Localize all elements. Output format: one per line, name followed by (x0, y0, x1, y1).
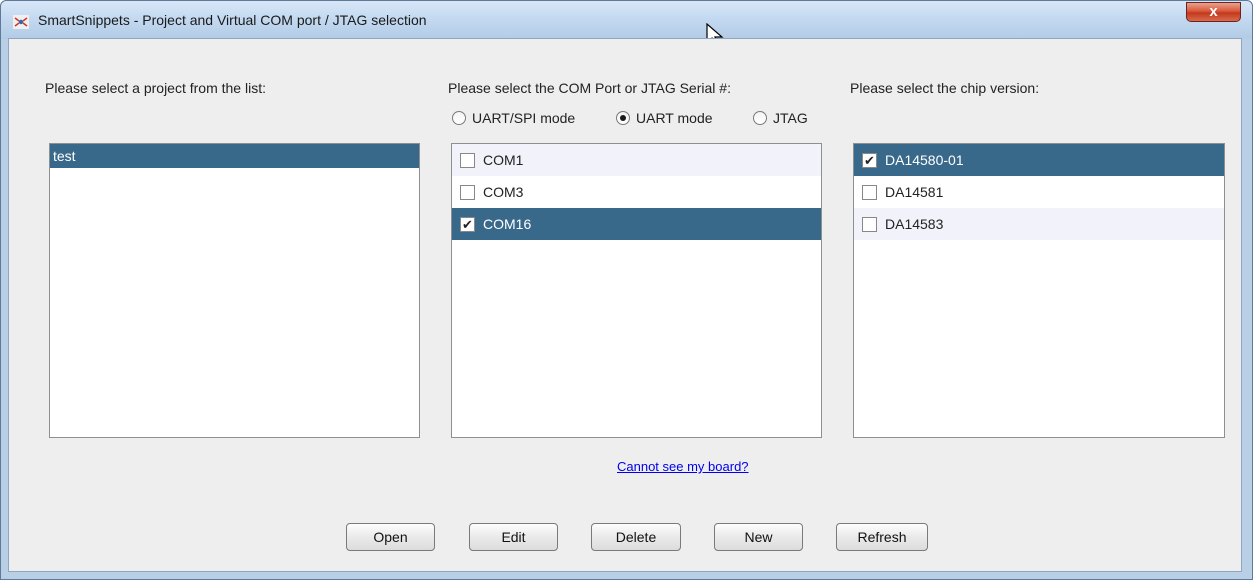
ports-heading: Please select the COM Port or JTAG Seria… (448, 80, 731, 96)
mode-radio-jtag[interactable]: JTAG (753, 109, 808, 127)
mode-label: JTAG (773, 110, 808, 126)
chip-label: DA14581 (885, 184, 944, 200)
refresh-button[interactable]: Refresh (836, 523, 928, 551)
port-label: COM16 (483, 216, 532, 232)
mode-radio-uart[interactable]: UART mode (616, 109, 713, 127)
list-item[interactable]: DA14583 (854, 208, 1224, 240)
list-item[interactable]: DA14581 (854, 176, 1224, 208)
list-item[interactable]: COM3 (452, 176, 821, 208)
close-button[interactable]: x (1186, 2, 1241, 22)
port-label: COM3 (483, 184, 524, 200)
checkbox-checked[interactable]: ✔ (862, 152, 877, 168)
delete-button[interactable]: Delete (591, 523, 681, 551)
mode-label: UART/SPI mode (472, 110, 576, 126)
edit-button[interactable]: Edit (469, 523, 558, 551)
window-title: SmartSnippets - Project and Virtual COM … (38, 12, 427, 28)
radio-icon (753, 111, 767, 125)
list-item[interactable]: test (50, 144, 419, 168)
close-icon: x (1209, 3, 1218, 20)
checkbox[interactable] (862, 184, 877, 200)
checkbox[interactable] (460, 184, 475, 200)
list-item[interactable]: COM1 (452, 144, 821, 176)
list-item[interactable]: ✔ COM16 (452, 208, 821, 240)
checkbox[interactable] (862, 216, 877, 232)
list-item[interactable]: ✔ DA14580-01 (854, 144, 1224, 176)
chip-label: DA14583 (885, 216, 944, 232)
checkbox[interactable] (460, 152, 475, 168)
mode-radio-uart-spi[interactable]: UART/SPI mode (452, 109, 575, 127)
port-list[interactable]: COM1 COM3 ✔ COM16 (451, 143, 822, 438)
chip-label: DA14580-01 (885, 152, 964, 168)
cannot-see-board-link[interactable]: Cannot see my board? (617, 459, 749, 474)
radio-icon (452, 111, 466, 125)
title-bar[interactable]: SmartSnippets - Project and Virtual COM … (1, 1, 1252, 39)
chip-list[interactable]: ✔ DA14580-01 DA14581 DA14583 (853, 143, 1225, 438)
app-icon (13, 15, 29, 29)
mode-label: UART mode (636, 110, 713, 126)
port-label: COM1 (483, 152, 524, 168)
checkbox-checked[interactable]: ✔ (460, 216, 475, 232)
radio-selected-icon (616, 111, 630, 125)
project-list[interactable]: test (49, 143, 420, 438)
new-button[interactable]: New (714, 523, 803, 551)
projects-heading: Please select a project from the list: (45, 80, 266, 96)
chips-heading: Please select the chip version: (850, 80, 1040, 96)
open-button[interactable]: Open (346, 523, 435, 551)
